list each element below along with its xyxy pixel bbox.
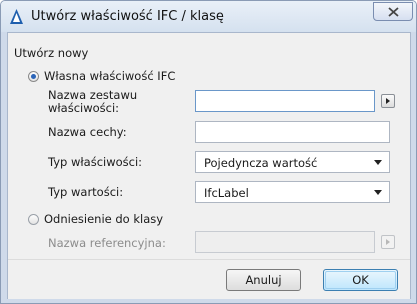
section-label: Utwórz nowy — [14, 46, 89, 60]
radio-own-property[interactable] — [28, 71, 39, 82]
caret-down-icon — [374, 190, 382, 195]
value-type-label: Typ wartości: — [48, 185, 124, 199]
dialog-content: Utwórz nowy Własna właściwość IFC Nazwa … — [7, 32, 411, 299]
property-type-label: Typ właściwości: — [48, 155, 143, 169]
radio-class-reference-label[interactable]: Odniesienie do klasy — [44, 212, 163, 226]
reference-name-browse-button[interactable] — [381, 235, 395, 249]
archicad-app-icon — [10, 9, 23, 24]
close-icon — [388, 7, 399, 17]
window-title: Utwórz właściwość IFC / klasę — [31, 9, 224, 24]
play-triangle-icon — [386, 239, 390, 245]
feature-name-input[interactable] — [195, 121, 390, 143]
ok-button-label: OK — [352, 273, 369, 287]
ok-button[interactable]: OK — [323, 269, 398, 291]
set-name-label-line1: Nazwa zestawu — [48, 88, 138, 102]
cancel-button[interactable]: Anuluj — [226, 269, 301, 291]
reference-name-label: Nazwa referencyjna: — [48, 236, 166, 250]
cancel-button-label: Anuluj — [245, 273, 282, 287]
radio-class-reference[interactable] — [28, 214, 39, 225]
dialog-footer: Anuluj OK — [8, 259, 410, 299]
value-type-select[interactable]: IfcLabel — [195, 181, 390, 203]
set-name-input[interactable] — [195, 90, 375, 112]
close-button[interactable] — [373, 2, 413, 21]
set-name-label-line2: właściwości: — [48, 101, 120, 115]
property-type-value: Pojedyncza wartość — [204, 156, 318, 170]
caret-down-icon — [374, 160, 382, 165]
play-triangle-icon — [386, 98, 390, 104]
property-type-select[interactable]: Pojedyncza wartość — [195, 151, 390, 173]
reference-name-input[interactable] — [195, 231, 375, 253]
radio-own-property-label[interactable]: Własna właściwość IFC — [44, 69, 175, 83]
title-bar[interactable]: Utwórz właściwość IFC / klasę — [1, 1, 416, 32]
dialog-window: Utwórz właściwość IFC / klasę Utwórz now… — [0, 0, 417, 304]
set-name-browse-button[interactable] — [381, 94, 395, 108]
feature-name-label: Nazwa cechy: — [48, 125, 127, 139]
value-type-value: IfcLabel — [204, 186, 249, 200]
